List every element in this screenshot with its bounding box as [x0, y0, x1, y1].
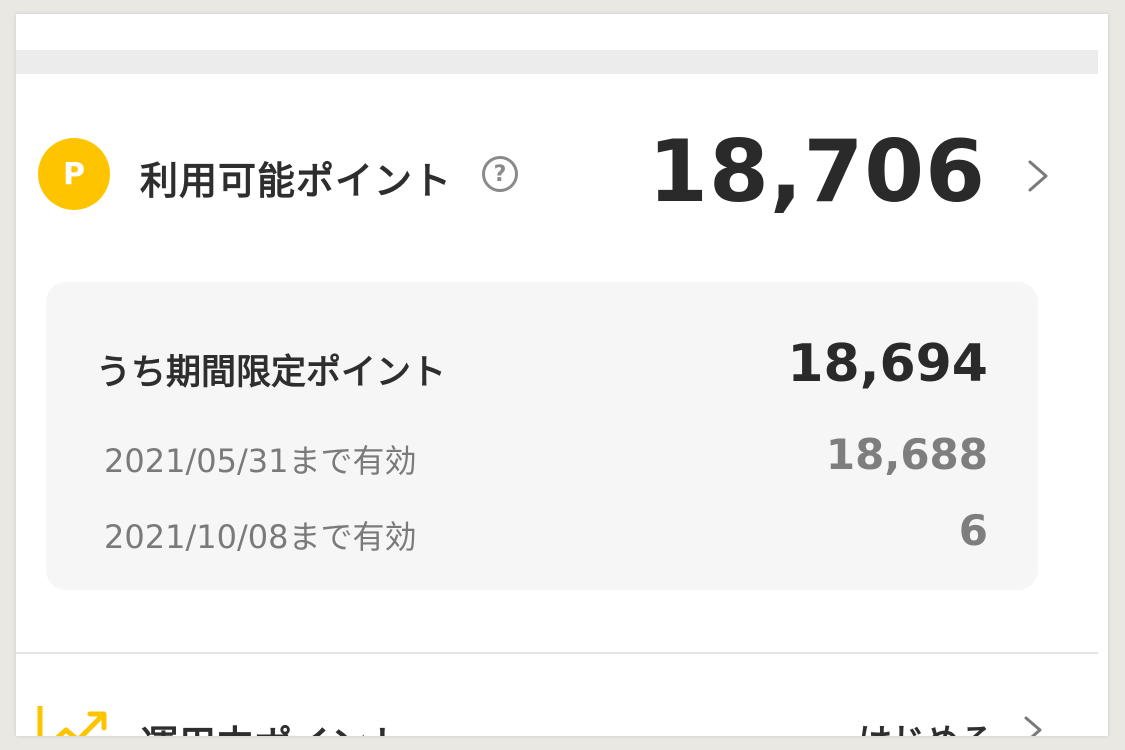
trend-up-icon: [37, 706, 107, 736]
section-divider-bottom: [16, 652, 1098, 654]
p-badge-letter: P: [63, 156, 85, 192]
expiry-value: 18,688: [825, 430, 988, 479]
start-link[interactable]: はじめる: [858, 714, 994, 736]
section-divider-top: [16, 50, 1098, 74]
available-points-row[interactable]: P 利用可能ポイント ? 18,706: [16, 114, 1098, 244]
expiry-date: 2021/05/31まで有効: [104, 442, 417, 480]
available-points-label: 利用可能ポイント: [140, 159, 453, 203]
help-symbol: ?: [493, 161, 507, 187]
p-badge-icon: P: [38, 138, 110, 210]
chevron-right-icon[interactable]: [1018, 714, 1046, 736]
chevron-right-icon[interactable]: [1020, 158, 1054, 194]
expiry-value: 6: [958, 506, 988, 555]
expiry-row: 2021/10/08まで有効 6: [104, 506, 988, 556]
limited-points-title: うち期間限定ポイント: [96, 353, 447, 393]
points-screen: P 利用可能ポイント ? 18,706 うち期間限定ポイント 18,694 20…: [16, 14, 1108, 736]
investment-points-row[interactable]: 運用中ポイント はじめる: [16, 694, 1098, 736]
limited-points-total: 18,694: [787, 334, 988, 394]
available-points-value[interactable]: 18,706: [648, 122, 986, 222]
expiry-date: 2021/10/08まで有効: [104, 518, 417, 556]
expiry-row: 2021/05/31まで有効 18,688: [104, 430, 988, 480]
help-icon[interactable]: ?: [482, 156, 518, 192]
limited-points-card: うち期間限定ポイント 18,694 2021/05/31まで有効 18,688 …: [46, 282, 1038, 590]
investment-points-label: 運用中ポイント: [140, 714, 406, 736]
photo-frame: P 利用可能ポイント ? 18,706 うち期間限定ポイント 18,694 20…: [0, 0, 1125, 750]
